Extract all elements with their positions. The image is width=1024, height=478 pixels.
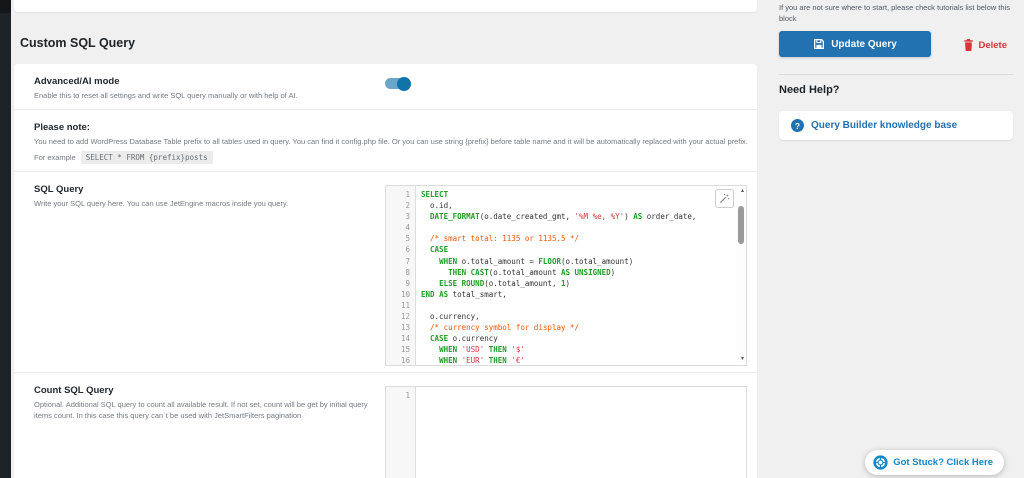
please-note-row: Please note: You need to add WordPress D… <box>14 110 757 172</box>
code-line: 11 <box>386 300 746 311</box>
line-number: 10 <box>386 289 416 300</box>
help-question-icon: ? <box>791 119 804 132</box>
line-number: 7 <box>386 256 416 267</box>
sql-query-label: SQL Query <box>34 184 369 196</box>
line-number: 9 <box>386 278 416 289</box>
sidebar-divider <box>779 74 1013 75</box>
advanced-ai-mode-label: Advanced/AI mode <box>34 76 369 88</box>
knowledge-base-card: ? Query Builder knowledge base <box>779 111 1013 140</box>
line-number: 3 <box>386 211 416 222</box>
line-number: 14 <box>386 333 416 344</box>
advanced-ai-mode-row: Advanced/AI mode Enable this to reset al… <box>14 64 757 110</box>
advanced-ai-mode-toggle[interactable] <box>385 78 409 89</box>
code-line: 16 WHEN 'EUR' THEN '€' <box>386 355 746 366</box>
line-number: 6 <box>386 244 416 255</box>
code-line: 10END AS total_smart, <box>386 289 746 300</box>
count-sql-query-row: Count SQL Query Optional. Additional SQL… <box>14 373 757 478</box>
query-builder-screen: Custom SQL Query Advanced/AI mode Enable… <box>0 0 1024 478</box>
code-line: 1SELECT <box>386 189 746 200</box>
code-line: 2 o.id, <box>386 200 746 211</box>
tutorial-note: If you are not sure where to start, plea… <box>779 2 1013 24</box>
advanced-ai-mode-control <box>385 76 737 100</box>
advanced-ai-mode-description: Enable this to reset all settings and wr… <box>34 90 369 101</box>
code-line: 13 /* currency symbol for display */ <box>386 322 746 333</box>
section-title: Custom SQL Query <box>20 36 135 50</box>
count-sql-query-labels: Count SQL Query Optional. Additional SQL… <box>34 385 385 478</box>
code-line: 7 WHEN o.total_amount = FLOOR(o.total_am… <box>386 256 746 267</box>
knowledge-base-link[interactable]: Query Builder knowledge base <box>811 120 957 131</box>
ai-assist-button[interactable] <box>715 189 734 208</box>
trash-icon <box>963 39 974 51</box>
code-line: 3 DATE_FORMAT(o.date_created_gmt, '%M %e… <box>386 211 746 222</box>
scroll-down-icon[interactable]: ▾ <box>741 356 744 362</box>
line-number: 5 <box>386 233 416 244</box>
please-note-example: For example SELECT * FROM {prefix}posts <box>34 151 737 164</box>
code-line: 4 <box>386 222 746 233</box>
line-number: 8 <box>386 267 416 278</box>
magic-wand-icon <box>719 193 730 204</box>
code-line: 1 <box>386 390 746 401</box>
count-code-editor[interactable]: 1 <box>385 386 747 478</box>
toggle-thumb-icon <box>397 77 411 91</box>
line-number: 12 <box>386 311 416 322</box>
previous-panel-fragment <box>14 0 757 12</box>
advanced-ai-mode-labels: Advanced/AI mode Enable this to reset al… <box>34 76 385 100</box>
editor-lines: 1 <box>386 387 746 401</box>
editor-scrollbar[interactable]: ▴ ▾ <box>736 187 745 364</box>
delete-button[interactable]: Delete <box>957 38 1013 52</box>
delete-label: Delete <box>978 40 1007 51</box>
sql-query-control: 1SELECT2 o.id,3 DATE_FORMAT(o.date_creat… <box>385 184 747 363</box>
update-query-label: Update Query <box>831 39 897 50</box>
code-line: 8 THEN CAST(o.total_amount AS UNSIGNED) <box>386 267 746 278</box>
sql-query-row: SQL Query Write your SQL query here. You… <box>14 172 757 373</box>
line-number: 4 <box>386 222 416 233</box>
save-icon <box>813 38 825 50</box>
line-number: 16 <box>386 355 416 366</box>
count-sql-query-label: Count SQL Query <box>34 385 369 397</box>
please-note-label: Please note: <box>34 122 737 134</box>
line-number: 1 <box>386 189 416 200</box>
line-number: 2 <box>386 200 416 211</box>
got-stuck-label: Got Stuck? Click Here <box>893 457 993 468</box>
count-sql-query-description: Optional. Additional SQL query to count … <box>34 399 369 421</box>
scroll-up-icon[interactable]: ▴ <box>741 188 744 194</box>
wp-admin-sidebar-top <box>0 0 11 13</box>
code-line: 9 ELSE ROUND(o.total_amount, 1) <box>386 278 746 289</box>
line-number: 15 <box>386 344 416 355</box>
actions-sidebar: If you are not sure where to start, plea… <box>779 0 1013 478</box>
sql-query-labels: SQL Query Write your SQL query here. You… <box>34 184 385 363</box>
code-line: 15 WHEN 'USD' THEN '$' <box>386 344 746 355</box>
wp-admin-sidebar-collapsed[interactable] <box>0 0 11 478</box>
example-prefix-text: For example <box>34 153 76 162</box>
line-number: 13 <box>386 322 416 333</box>
line-number: 11 <box>386 300 416 311</box>
lifebuoy-icon <box>873 455 888 470</box>
line-number: 1 <box>386 390 416 401</box>
custom-sql-query-panel: Advanced/AI mode Enable this to reset al… <box>14 64 757 478</box>
editor-lines: 1SELECT2 o.id,3 DATE_FORMAT(o.date_creat… <box>386 186 746 366</box>
need-help-title: Need Help? <box>779 84 840 96</box>
code-line: 6 CASE <box>386 244 746 255</box>
count-sql-query-control: 1 <box>385 385 747 478</box>
sql-code-editor[interactable]: 1SELECT2 o.id,3 DATE_FORMAT(o.date_creat… <box>385 185 747 366</box>
code-line: 14 CASE o.currency <box>386 333 746 344</box>
please-note-text: You need to add WordPress Database Table… <box>34 136 737 147</box>
scrollbar-thumb[interactable] <box>738 206 744 244</box>
got-stuck-button[interactable]: Got Stuck? Click Here <box>865 450 1004 475</box>
code-line: 12 o.currency, <box>386 311 746 322</box>
sql-query-description: Write your SQL query here. You can use J… <box>34 198 369 209</box>
update-query-button[interactable]: Update Query <box>779 31 931 57</box>
code-line: 5 /* smart total: 1135 or 1135.5 */ <box>386 233 746 244</box>
example-sql-code: SELECT * FROM {prefix}posts <box>81 151 213 164</box>
